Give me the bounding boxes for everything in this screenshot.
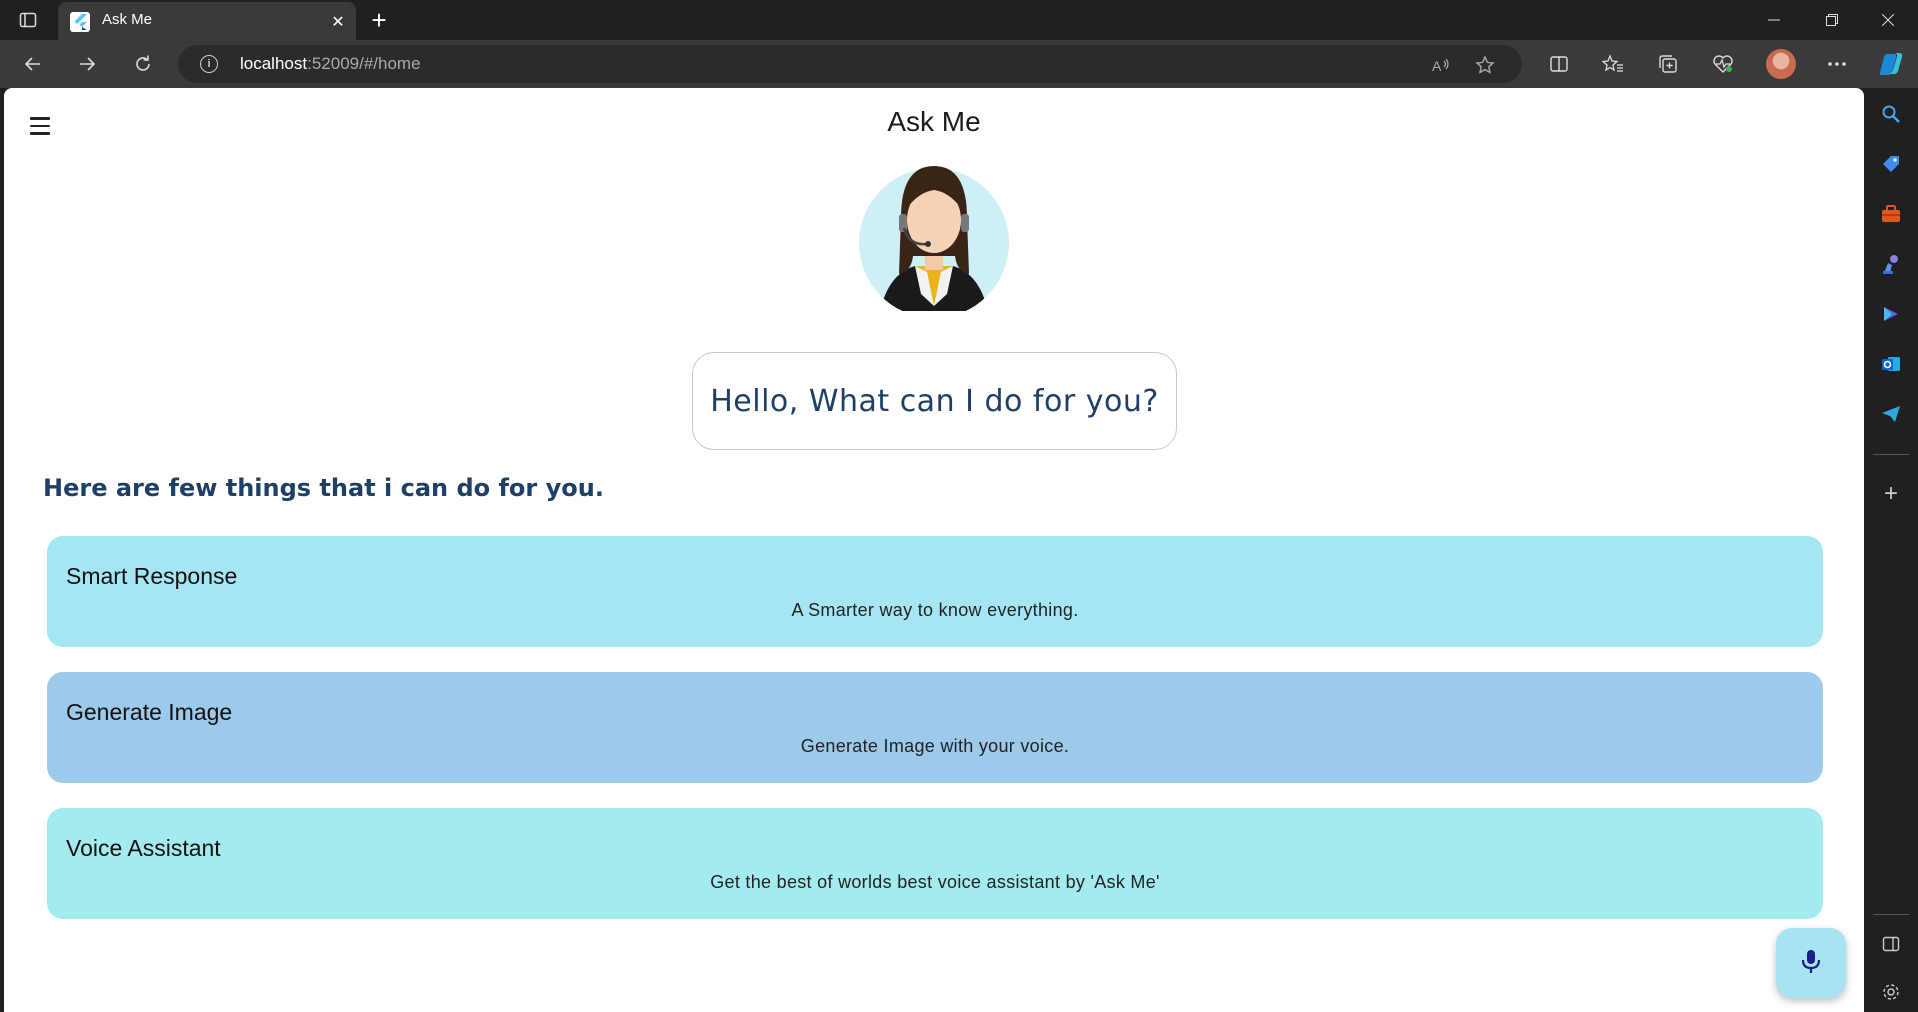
feature-card-voice-assistant[interactable]: Voice Assistant Get the best of worlds b…: [47, 808, 1823, 919]
new-tab-icon[interactable]: +: [366, 5, 392, 35]
favorites-icon[interactable]: [1600, 52, 1626, 76]
microphone-button[interactable]: [1776, 928, 1846, 998]
assistant-avatar: [857, 156, 1012, 318]
feature-description: Generate Image with your voice.: [800, 736, 1070, 756]
sidebar-shopping-icon[interactable]: [1879, 152, 1903, 176]
copilot-icon[interactable]: [1876, 49, 1906, 79]
sidebar-telegram-icon[interactable]: [1879, 402, 1903, 426]
favorite-star-icon[interactable]: [1474, 54, 1496, 76]
mic-icon: [1799, 947, 1823, 979]
tab-title: Ask Me: [102, 11, 153, 28]
split-screen-icon[interactable]: [1546, 52, 1572, 76]
sidebar-separator-bottom: [1873, 914, 1909, 915]
close-window-icon[interactable]: [1866, 6, 1910, 34]
svg-text:A: A: [1432, 58, 1442, 74]
sidebar-tools-icon[interactable]: [1879, 202, 1903, 226]
browser-tab[interactable]: Ask Me ✕: [58, 2, 356, 40]
tab-close-icon[interactable]: ✕: [328, 11, 348, 31]
browser-toolbar: i localhost:52009/#/home A: [0, 40, 1918, 88]
feature-card-generate-image[interactable]: Generate Image Generate Image with your …: [47, 672, 1823, 783]
feature-card-smart-response[interactable]: Smart Response A Smarter way to know eve…: [47, 536, 1823, 647]
feature-title: Smart Response: [66, 563, 238, 589]
app-viewport: Ask Me Hello, What can I do for you? Her…: [4, 88, 1864, 1012]
restore-icon[interactable]: [1810, 6, 1854, 34]
browser-sidebar: +: [1864, 88, 1918, 1012]
url-host: localhost: [240, 54, 308, 73]
flutter-favicon-icon: [70, 12, 90, 32]
sidebar-games-icon[interactable]: [1879, 252, 1903, 276]
more-options-icon[interactable]: [1824, 52, 1850, 76]
greeting-text: Hello, What can I do for you?: [710, 383, 1159, 419]
forward-icon[interactable]: [72, 50, 102, 78]
feature-description: Get the best of worlds best voice assist…: [710, 872, 1160, 892]
feature-title: Generate Image: [66, 699, 233, 725]
read-aloud-icon[interactable]: A: [1430, 54, 1452, 76]
section-heading: Here are few things that i can do for yo…: [43, 474, 604, 502]
site-info-icon[interactable]: i: [200, 55, 218, 73]
address-bar[interactable]: i localhost:52009/#/home A: [178, 45, 1522, 83]
profile-avatar[interactable]: [1766, 49, 1796, 79]
address-url[interactable]: localhost:52009/#/home: [240, 54, 421, 74]
greeting-bubble: Hello, What can I do for you?: [692, 352, 1177, 450]
sidebar-settings-icon[interactable]: [1879, 980, 1903, 1004]
sidebar-add-icon[interactable]: +: [1879, 480, 1903, 507]
browser-essentials-icon[interactable]: [1710, 52, 1736, 76]
back-icon[interactable]: [18, 50, 48, 78]
collections-icon[interactable]: [1655, 52, 1681, 76]
app-title: Ask Me: [887, 106, 981, 137]
sidebar-copilot-apps-icon[interactable]: [1879, 302, 1903, 326]
tab-actions-icon[interactable]: [14, 8, 42, 32]
url-path: :52009/#/home: [307, 54, 421, 73]
feature-description: A Smarter way to know everything.: [791, 600, 1079, 620]
sidebar-separator: [1873, 454, 1909, 455]
sidebar-outlook-icon[interactable]: [1879, 352, 1903, 376]
sidebar-hide-icon[interactable]: [1879, 932, 1903, 956]
minimize-icon[interactable]: [1752, 6, 1796, 34]
browser-tab-strip: Ask Me ✕ +: [0, 0, 1918, 40]
sidebar-search-icon[interactable]: [1879, 102, 1903, 126]
reload-icon[interactable]: [128, 50, 158, 78]
feature-title: Voice Assistant: [66, 835, 221, 861]
